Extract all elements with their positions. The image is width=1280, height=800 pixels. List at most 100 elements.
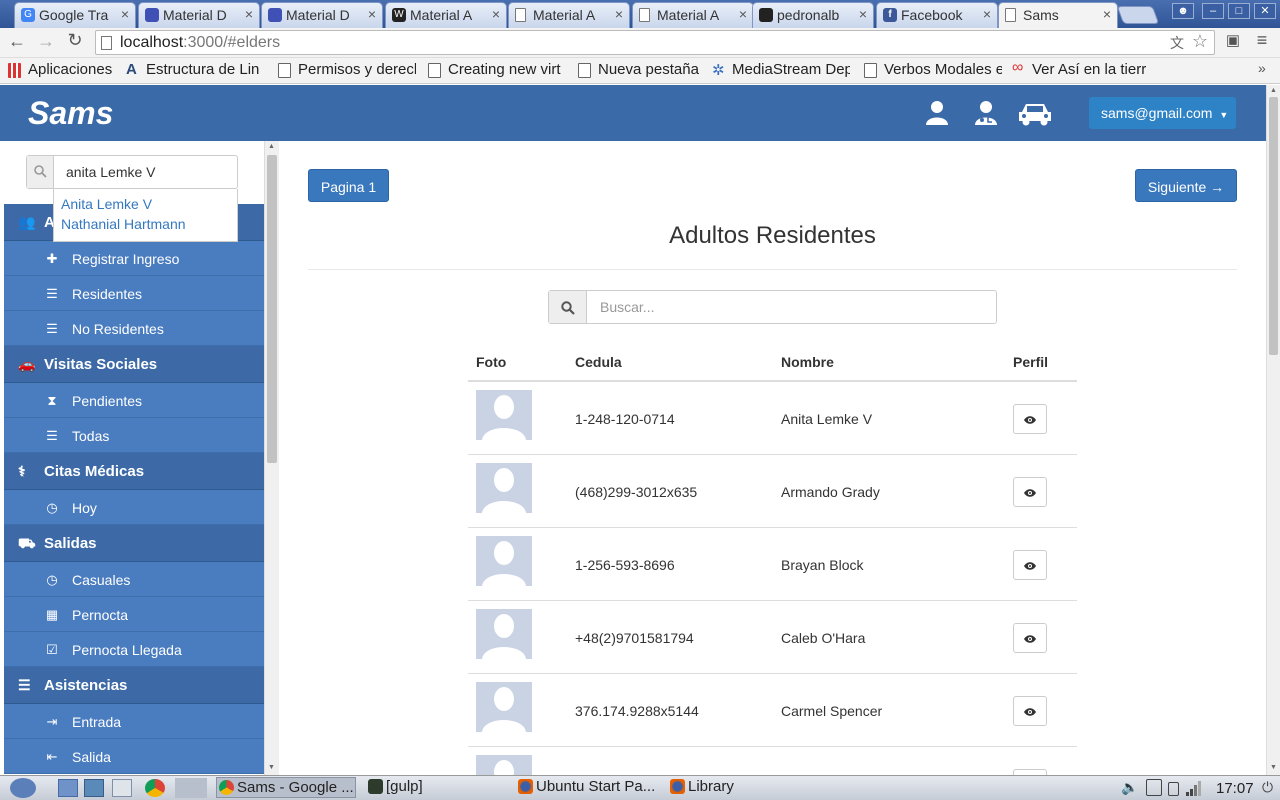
sidebar-item-no-residentes[interactable]: ☰ No Residentes [4, 311, 264, 346]
browser-tab[interactable]: Sams × [998, 2, 1118, 28]
user-profile-icon[interactable]: ☻ [1172, 3, 1194, 19]
taskbar-task[interactable]: Library [668, 777, 748, 798]
user-dropdown[interactable]: sams@gmail.com ▼ [1089, 97, 1236, 129]
elders-search-input[interactable] [588, 291, 993, 323]
bookmark-item[interactable]: Verbos Modales e [864, 61, 1002, 78]
close-icon[interactable]: × [368, 6, 376, 22]
translate-icon[interactable]: 文 [1170, 33, 1184, 53]
sidebar-scrollbar-thumb[interactable] [267, 155, 277, 463]
sidebar-item-residentes[interactable]: ☰ Residentes [4, 276, 264, 311]
sidebar-item-hoy[interactable]: ◷ Hoy [4, 490, 264, 525]
reload-icon[interactable]: ↻ [64, 30, 86, 51]
bookmark-item[interactable]: Creating new virt [428, 61, 561, 78]
view-profile-button[interactable] [1013, 623, 1047, 653]
sidebar-item-salida[interactable]: ⇤ Salida [4, 739, 264, 774]
taskbar-task[interactable]: Ubuntu Start Pa... [516, 777, 664, 798]
scroll-up-icon[interactable]: ▲ [1270, 87, 1277, 94]
page-1-button[interactable]: Pagina 1 [308, 169, 389, 202]
close-icon[interactable]: × [492, 6, 500, 22]
scroll-down-icon[interactable]: ▼ [268, 764, 275, 771]
browser-tab[interactable]: f Facebook × [876, 2, 998, 28]
list-icon: ☰ [46, 321, 58, 336]
volume-icon[interactable]: 🔈 [1121, 779, 1138, 796]
close-icon[interactable]: × [245, 6, 253, 22]
minimize-button[interactable]: – [1202, 3, 1224, 19]
bookmark-item[interactable]: Permisos y derecl [278, 61, 416, 78]
app-brand[interactable]: Sams [28, 95, 113, 132]
view-profile-button[interactable] [1013, 550, 1047, 580]
sidebar-item-casuales[interactable]: ◷ Casuales [4, 562, 264, 597]
car-icon[interactable] [1018, 102, 1052, 129]
wifi-icon[interactable] [1185, 779, 1203, 797]
sidebar-scrollbar[interactable]: ▲ ▼ [264, 141, 279, 775]
typeahead-item[interactable]: Anita Lemke V [54, 196, 237, 216]
sidebar-item-registrar-ingreso[interactable]: ✚ Registrar Ingreso [4, 241, 264, 276]
scroll-down-icon[interactable]: ▼ [1270, 764, 1277, 771]
page-scrollbar[interactable]: ▲ ▼ [1266, 85, 1280, 775]
browser-tab[interactable]: W Material A × [385, 2, 507, 28]
view-profile-button[interactable] [1013, 404, 1047, 434]
clipboard-icon[interactable] [1146, 779, 1162, 796]
sidebar-item-pernocta[interactable]: ▦ Pernocta [4, 597, 264, 632]
browser-tab[interactable]: pedronalb × [752, 2, 874, 28]
sidebar-item-entrada[interactable]: ⇥ Entrada [4, 704, 264, 739]
sidebar-section-citas-m-dicas[interactable]: ⚕ Citas Médicas [4, 453, 264, 490]
bookmarks-overflow-icon[interactable]: » [1258, 60, 1266, 76]
forward-icon[interactable]: → [35, 31, 57, 52]
window-icon[interactable] [112, 779, 132, 797]
page-scrollbar-thumb[interactable] [1269, 97, 1278, 355]
new-tab-button[interactable] [1116, 6, 1160, 24]
power-icon[interactable]: ⏻ [1262, 779, 1273, 796]
bookmark-item[interactable]: Nueva pestaña [578, 61, 699, 78]
close-window-button[interactable]: ✕ [1254, 3, 1276, 19]
menu-icon[interactable]: ≡ [1251, 30, 1273, 51]
close-icon[interactable]: × [983, 6, 991, 22]
scroll-up-icon[interactable]: ▲ [268, 143, 275, 150]
close-icon[interactable]: × [121, 6, 129, 22]
bookmark-star-icon[interactable]: ☆ [1192, 31, 1208, 52]
start-menu-icon[interactable] [10, 778, 36, 798]
browser-tab[interactable]: Material A × [508, 2, 630, 28]
view-profile-button[interactable] [1013, 477, 1047, 507]
nombre-cell: Brayan Block [781, 557, 864, 573]
bookmark-item[interactable]: ✲ MediaStream Dep [712, 61, 850, 78]
user-md-icon[interactable] [974, 100, 998, 129]
sidebar-item-label: Casuales [72, 572, 131, 588]
user-icon[interactable] [925, 100, 949, 129]
close-icon[interactable]: × [859, 6, 867, 22]
typeahead-item[interactable]: Nathanial Hartmann [54, 216, 237, 236]
browser-tab[interactable]: G Google Tra × [14, 2, 136, 28]
browser-tab[interactable]: Material D × [261, 2, 383, 28]
maximize-button[interactable]: □ [1228, 3, 1250, 19]
sidebar-item-todas[interactable]: ☰ Todas [4, 418, 264, 453]
view-profile-button[interactable] [1013, 696, 1047, 726]
show-desktop-icon[interactable] [58, 779, 78, 797]
close-icon[interactable]: × [615, 6, 623, 22]
bookmark-item[interactable]: ∞ Ver Así en la tierr [1012, 61, 1146, 78]
taskbar-task[interactable]: Sams - Google ... [216, 777, 356, 798]
workspace-switcher[interactable] [175, 778, 207, 798]
bookmark-item[interactable]: A Estructura de Lin [126, 61, 259, 78]
sidebar-item-pernocta-llegada[interactable]: ☑ Pernocta Llegada [4, 632, 264, 667]
avatar-placeholder-icon [476, 609, 532, 659]
close-icon[interactable]: × [1103, 6, 1111, 22]
sidebar-section-visitas-sociales[interactable]: 🚗 Visitas Sociales [4, 346, 264, 383]
page-icon [515, 8, 526, 22]
address-bar[interactable]: localhost:3000/#elders 文 ☆ [95, 30, 1215, 55]
taskbar-task[interactable]: [gulp] [366, 777, 506, 798]
sidebar-item-pendientes[interactable]: ⧗ Pendientes [4, 383, 264, 418]
browser-tab[interactable]: Material A × [632, 2, 754, 28]
sidebar-section-asistencias[interactable]: ☰ Asistencias [4, 667, 264, 704]
close-icon[interactable]: × [739, 6, 747, 22]
battery-icon[interactable] [1168, 782, 1179, 796]
extension-icon[interactable]: ▣ [1222, 31, 1244, 49]
browser-tab[interactable]: Material D × [138, 2, 260, 28]
sidebar-search-input[interactable] [54, 156, 237, 188]
network-icon[interactable] [84, 779, 104, 797]
bookmark-item[interactable]: Aplicaciones [8, 61, 112, 78]
next-page-button[interactable]: Siguiente → [1135, 169, 1237, 202]
clock[interactable]: 17:07 [1216, 780, 1254, 797]
chrome-launcher-icon[interactable] [145, 779, 165, 797]
sidebar-section-salidas[interactable]: ⛟ Salidas [4, 525, 264, 562]
back-icon[interactable]: ← [6, 31, 28, 52]
